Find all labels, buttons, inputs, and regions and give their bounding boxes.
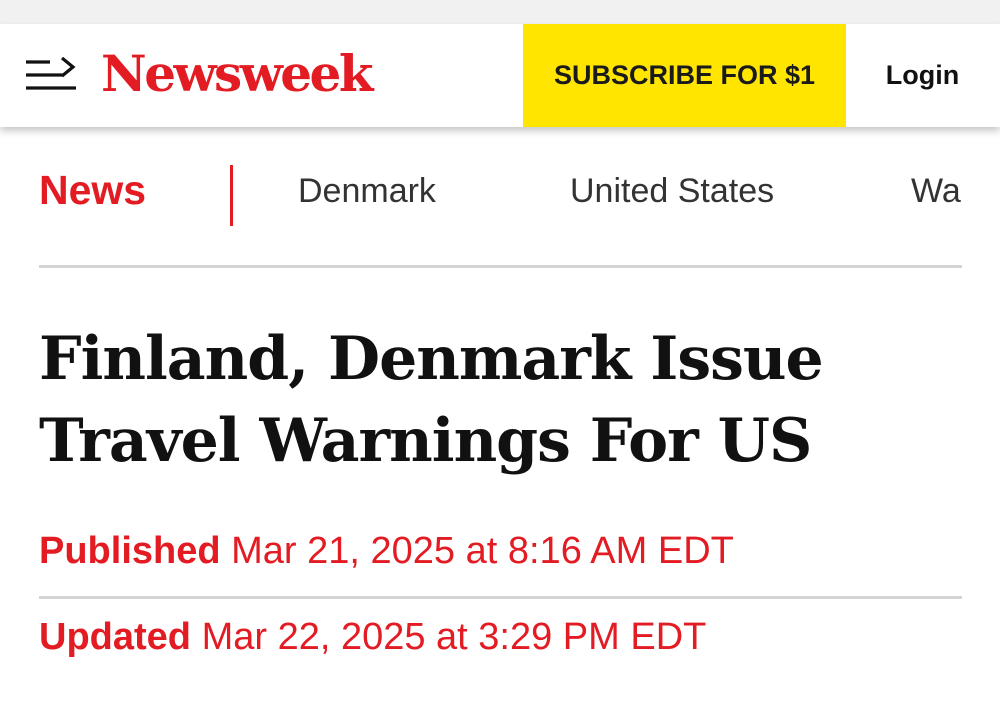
menu-arrow-icon[interactable] bbox=[24, 56, 80, 93]
published-label: Published bbox=[39, 530, 221, 572]
subscribe-button[interactable]: SUBSCRIBE FOR $1 bbox=[523, 24, 846, 127]
section-nav-rule bbox=[39, 265, 962, 268]
meta-divider bbox=[39, 596, 962, 599]
updated-label: Updated bbox=[39, 616, 191, 658]
newsweek-logo[interactable]: Newsweek bbox=[101, 44, 374, 104]
section-nav-divider bbox=[230, 165, 233, 226]
section-nav-link-partial[interactable]: Wa bbox=[911, 172, 961, 211]
article-headline: Finland, Denmark Issue Travel Warnings F… bbox=[39, 324, 824, 476]
updated-line: Updated Mar 22, 2025 at 3:29 PM EDT bbox=[39, 616, 706, 659]
status-bar bbox=[0, 0, 1000, 24]
section-nav-link-denmark[interactable]: Denmark bbox=[298, 172, 436, 211]
section-nav: News Denmark United States Wa bbox=[0, 127, 1000, 267]
login-link[interactable]: Login bbox=[860, 24, 985, 127]
published-date: Mar 21, 2025 at 8:16 AM EDT bbox=[231, 530, 734, 572]
section-nav-link-united-states[interactable]: United States bbox=[570, 172, 774, 211]
updated-date: Mar 22, 2025 at 3:29 PM EDT bbox=[201, 616, 707, 658]
published-line: Published Mar 21, 2025 at 8:16 AM EDT bbox=[39, 530, 734, 573]
section-nav-active-news[interactable]: News bbox=[39, 167, 146, 214]
top-bar: Newsweek SUBSCRIBE FOR $1 Login bbox=[0, 24, 1000, 127]
